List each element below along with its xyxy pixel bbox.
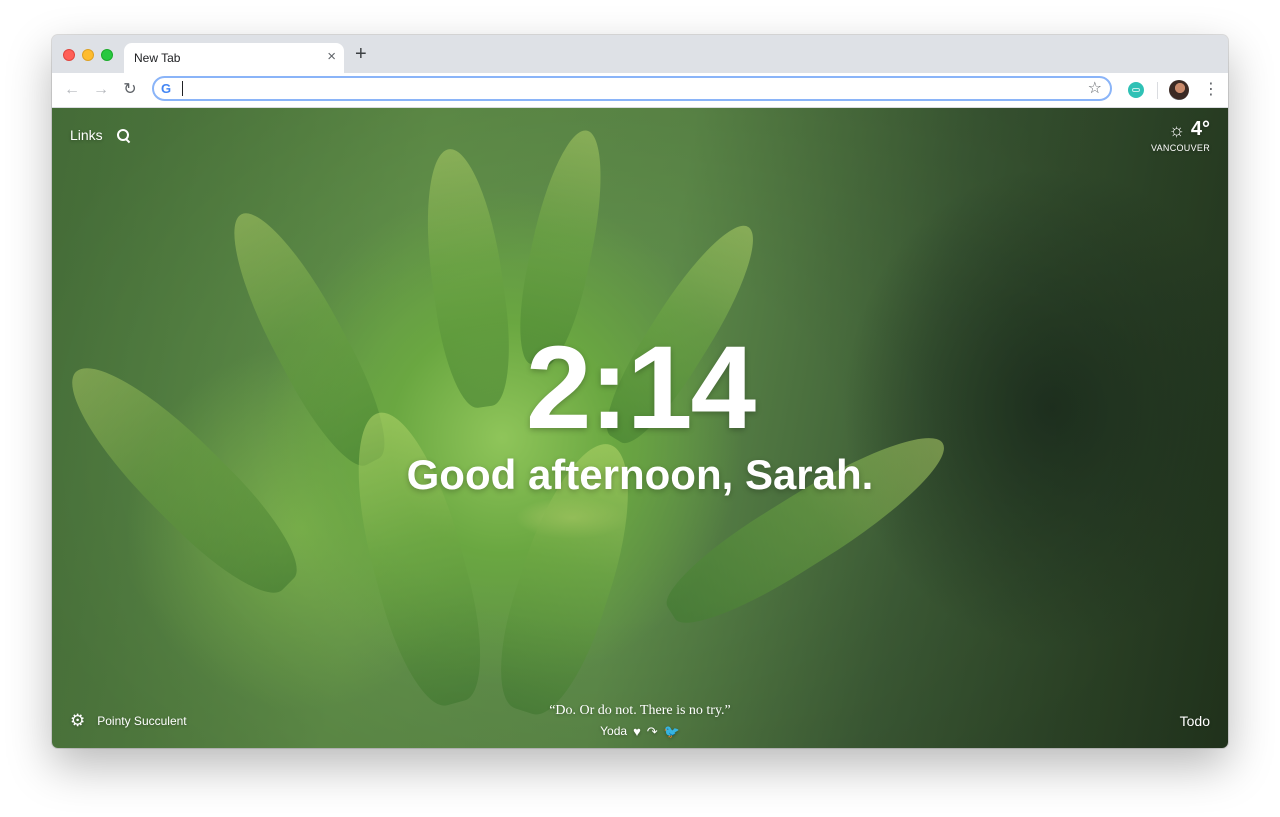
browser-toolbar: ← → ↻ G ☆ ⋮	[52, 73, 1228, 108]
todo-button[interactable]: Todo	[1180, 713, 1210, 729]
text-caret	[182, 81, 183, 96]
tab-new-tab[interactable]: New Tab ×	[124, 43, 344, 73]
quote-widget: “Do. Or do not. There is no try.” Yoda ♥…	[52, 703, 1228, 738]
tab-title: New Tab	[134, 51, 181, 65]
tab-strip: New Tab × +	[52, 35, 1228, 73]
new-tab-button[interactable]: +	[355, 44, 367, 64]
search-icon[interactable]	[116, 129, 129, 141]
clock: 2:14	[525, 322, 756, 454]
center-block: 2:14 Good afternoon, Sarah.	[52, 322, 1228, 499]
menu-icon[interactable]: ⋮	[1203, 81, 1219, 99]
reload-button[interactable]: ↻	[121, 81, 139, 99]
extension-icon[interactable]	[1128, 82, 1144, 98]
twitter-icon[interactable]: 🐦	[664, 725, 680, 738]
back-button[interactable]: ←	[63, 81, 81, 99]
minimize-window-button[interactable]	[82, 49, 94, 61]
zoom-window-button[interactable]	[101, 49, 113, 61]
sun-icon: ☼	[1168, 119, 1185, 140]
new-tab-page: Links ☼ 4° VANCOUVER 2:14 Good afternoon…	[52, 108, 1228, 748]
google-icon: G	[161, 81, 172, 96]
top-left-controls: Links	[70, 127, 129, 143]
links-button[interactable]: Links	[70, 127, 103, 143]
greeting: Good afternoon, Sarah.	[406, 451, 874, 498]
weather-widget[interactable]: ☼ 4° VANCOUVER	[1151, 118, 1210, 153]
temperature: 4°	[1190, 118, 1210, 140]
quote-meta: Yoda ♥ ↷ 🐦	[52, 724, 1228, 738]
address-input[interactable]	[180, 79, 1064, 100]
heart-icon[interactable]: ♥	[633, 725, 641, 738]
forward-button[interactable]: →	[92, 81, 110, 99]
close-icon[interactable]: ×	[327, 49, 336, 65]
skip-icon[interactable]: ↷	[647, 725, 658, 738]
profile-avatar[interactable]	[1169, 80, 1189, 100]
bookmark-star-icon[interactable]: ☆	[1088, 79, 1102, 99]
address-bar[interactable]: G ☆	[152, 76, 1112, 101]
toolbar-divider	[1157, 82, 1158, 99]
weather-location: VANCOUVER	[1150, 143, 1210, 153]
quote-text: “Do. Or do not. There is no try.”	[549, 703, 731, 718]
weather-row: ☼ 4°	[1151, 118, 1210, 141]
quote-author: Yoda	[600, 724, 628, 738]
browser-window: New Tab × + ← → ↻ G ☆ ⋮ Links ☼ 4° VANCO…	[52, 35, 1228, 748]
close-window-button[interactable]	[63, 49, 75, 61]
